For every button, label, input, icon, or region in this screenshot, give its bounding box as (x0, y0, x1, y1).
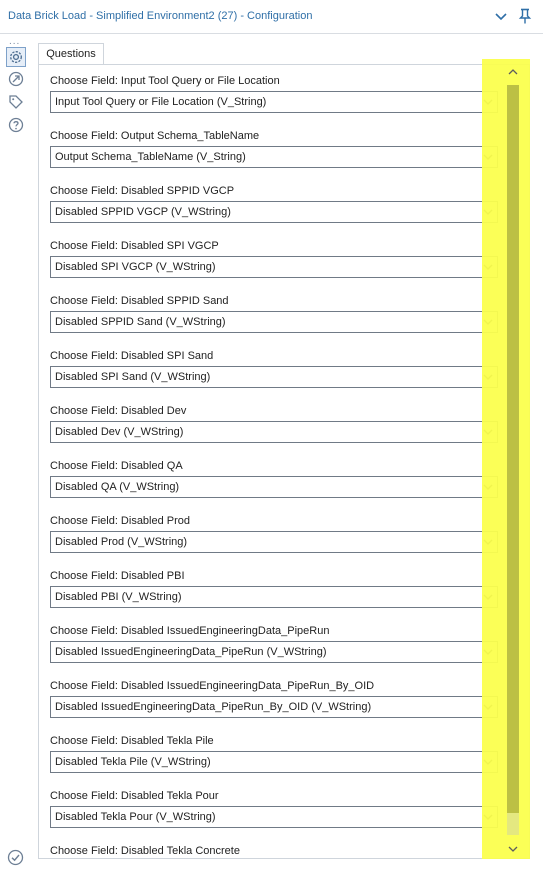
dropdown-selected-value: Disabled SPPID Sand (V_WString) (55, 316, 226, 328)
question-label: Choose Field: Disabled QA (50, 460, 183, 472)
sidebar: ... (0, 34, 32, 873)
dropdown-selected-value: Disabled IssuedEngineeringData_PipeRun_B… (55, 701, 372, 713)
question-item: Choose Field: Disabled Prod Disabled Prod… (50, 514, 498, 553)
dropdown-selected-value: Disabled PBI (V_WString) (55, 591, 182, 603)
question-item: Choose Field: Disabled IssuedEngineering… (50, 624, 498, 663)
dropdown-selected-value: Disabled QA (V_WString) (55, 481, 180, 493)
question-item: Choose Field: Disabled SPI Sand Disabled … (50, 349, 498, 388)
question-item: Choose Field: Disabled SPI VGCP Disabled … (50, 239, 498, 278)
field-dropdown[interactable]: Disabled QA (V_WString) (50, 476, 498, 498)
question-label: Choose Field: Disabled Tekla Pile (50, 735, 214, 747)
gear-icon[interactable] (6, 47, 26, 67)
scrollbar-thumb[interactable] (507, 85, 519, 813)
question-item: Choose Field: Disabled SPPID Sand Disable… (50, 294, 498, 333)
connection-icon[interactable] (7, 70, 25, 88)
question-label: Choose Field: Disabled SPPID Sand (50, 295, 229, 307)
dropdown-selected-value: Disabled Tekla Pour (V_WString) (55, 811, 216, 823)
field-dropdown[interactable]: Disabled SPI VGCP (V_WString) (50, 256, 498, 278)
question-label: Choose Field: Disabled Dev (50, 405, 187, 417)
field-dropdown[interactable]: Disabled PBI (V_WString) (50, 586, 498, 608)
question-label: Choose Field: Disabled IssuedEngineering… (50, 625, 330, 637)
title-bar: Data Brick Load - Simplified Environment… (0, 0, 543, 34)
field-dropdown[interactable]: Disabled IssuedEngineeringData_PipeRun (… (50, 641, 498, 663)
field-dropdown[interactable]: Disabled Dev (V_WString) (50, 421, 498, 443)
window-title: Data Brick Load - Simplified Environment… (8, 10, 313, 22)
tab-questions[interactable]: Questions (38, 43, 104, 65)
overflow-dots[interactable]: ... (9, 36, 20, 47)
question-item: Choose Field: Disabled Tekla Pile Disable… (50, 734, 498, 773)
question-item: Choose Field: Disabled PBI Disabled PBI (… (50, 569, 498, 608)
question-item: Choose Field: Disabled IssuedEngineering… (50, 679, 498, 718)
question-label: Choose Field: Input Tool Query or File L… (50, 75, 280, 87)
question-label: Choose Field: Output Schema_TableName (50, 130, 260, 142)
question-item: Choose Field: Disabled Tekla Concrete (50, 844, 498, 858)
check-circle-icon[interactable] (7, 849, 24, 866)
dropdown-selected-value: Disabled SPI VGCP (V_WString) (55, 261, 216, 273)
field-dropdown[interactable]: Disabled Prod (V_WString) (50, 531, 498, 553)
field-dropdown[interactable]: Output Schema_TableName (V_String) (50, 146, 498, 168)
scroll-down-arrow-icon[interactable] (508, 845, 518, 853)
field-dropdown[interactable]: Disabled IssuedEngineeringData_PipeRun_B… (50, 696, 498, 718)
question-label: Choose Field: Disabled SPPID VGCP (50, 185, 235, 197)
dropdown-selected-value: Disabled SPI Sand (V_WString) (55, 371, 211, 383)
pin-icon[interactable] (518, 8, 532, 24)
question-label: Choose Field: Disabled SPI Sand (50, 350, 214, 362)
question-item: Choose Field: Disabled QA Disabled QA (V_… (50, 459, 498, 498)
field-dropdown[interactable]: Disabled Tekla Pile (V_WString) (50, 751, 498, 773)
question-label: Choose Field: Disabled IssuedEngineering… (50, 680, 375, 692)
dropdown-selected-value: Output Schema_TableName (V_String) (55, 151, 246, 163)
question-label: Choose Field: Disabled SPI VGCP (50, 240, 219, 252)
scroll-up-arrow-icon[interactable] (508, 68, 518, 76)
dropdown-selected-value: Input Tool Query or File Location (V_Str… (55, 96, 267, 108)
field-dropdown[interactable]: Input Tool Query or File Location (V_Str… (50, 91, 498, 113)
dropdown-selected-value: Disabled IssuedEngineeringData_PipeRun (… (55, 646, 327, 658)
question-label: Choose Field: Disabled PBI (50, 570, 185, 582)
field-dropdown[interactable]: Disabled SPI Sand (V_WString) (50, 366, 498, 388)
field-dropdown[interactable]: Disabled Tekla Pour (V_WString) (50, 806, 498, 828)
question-item: Choose Field: Output Schema_TableName Out… (50, 129, 498, 168)
dropdown-selected-value: Disabled Dev (V_WString) (55, 426, 184, 438)
question-item: Choose Field: Disabled SPPID VGCP Disable… (50, 184, 498, 223)
question-label: Choose Field: Disabled Prod (50, 515, 191, 527)
question-item: Choose Field: Disabled Dev Disabled Dev (… (50, 404, 498, 443)
field-dropdown[interactable]: Disabled SPPID VGCP (V_WString) (50, 201, 498, 223)
questions-panel: Choose Field: Input Tool Query or File L… (38, 64, 530, 859)
chevron-down-icon[interactable] (494, 10, 508, 24)
question-label: Choose Field: Disabled Tekla Concrete (50, 845, 240, 857)
dropdown-selected-value: Disabled SPPID VGCP (V_WString) (55, 206, 231, 218)
question-item: Choose Field: Disabled Tekla Pour Disable… (50, 789, 498, 828)
question-label: Choose Field: Disabled Tekla Pour (50, 790, 219, 802)
dropdown-selected-value: Disabled Tekla Pile (V_WString) (55, 756, 211, 768)
dropdown-selected-value: Disabled Prod (V_WString) (55, 536, 188, 548)
scrollbar-highlight (482, 59, 530, 859)
tag-icon[interactable] (7, 93, 25, 111)
help-icon[interactable] (7, 116, 25, 134)
question-item: Choose Field: Input Tool Query or File L… (50, 74, 498, 113)
field-dropdown[interactable]: Disabled SPPID Sand (V_WString) (50, 311, 498, 333)
